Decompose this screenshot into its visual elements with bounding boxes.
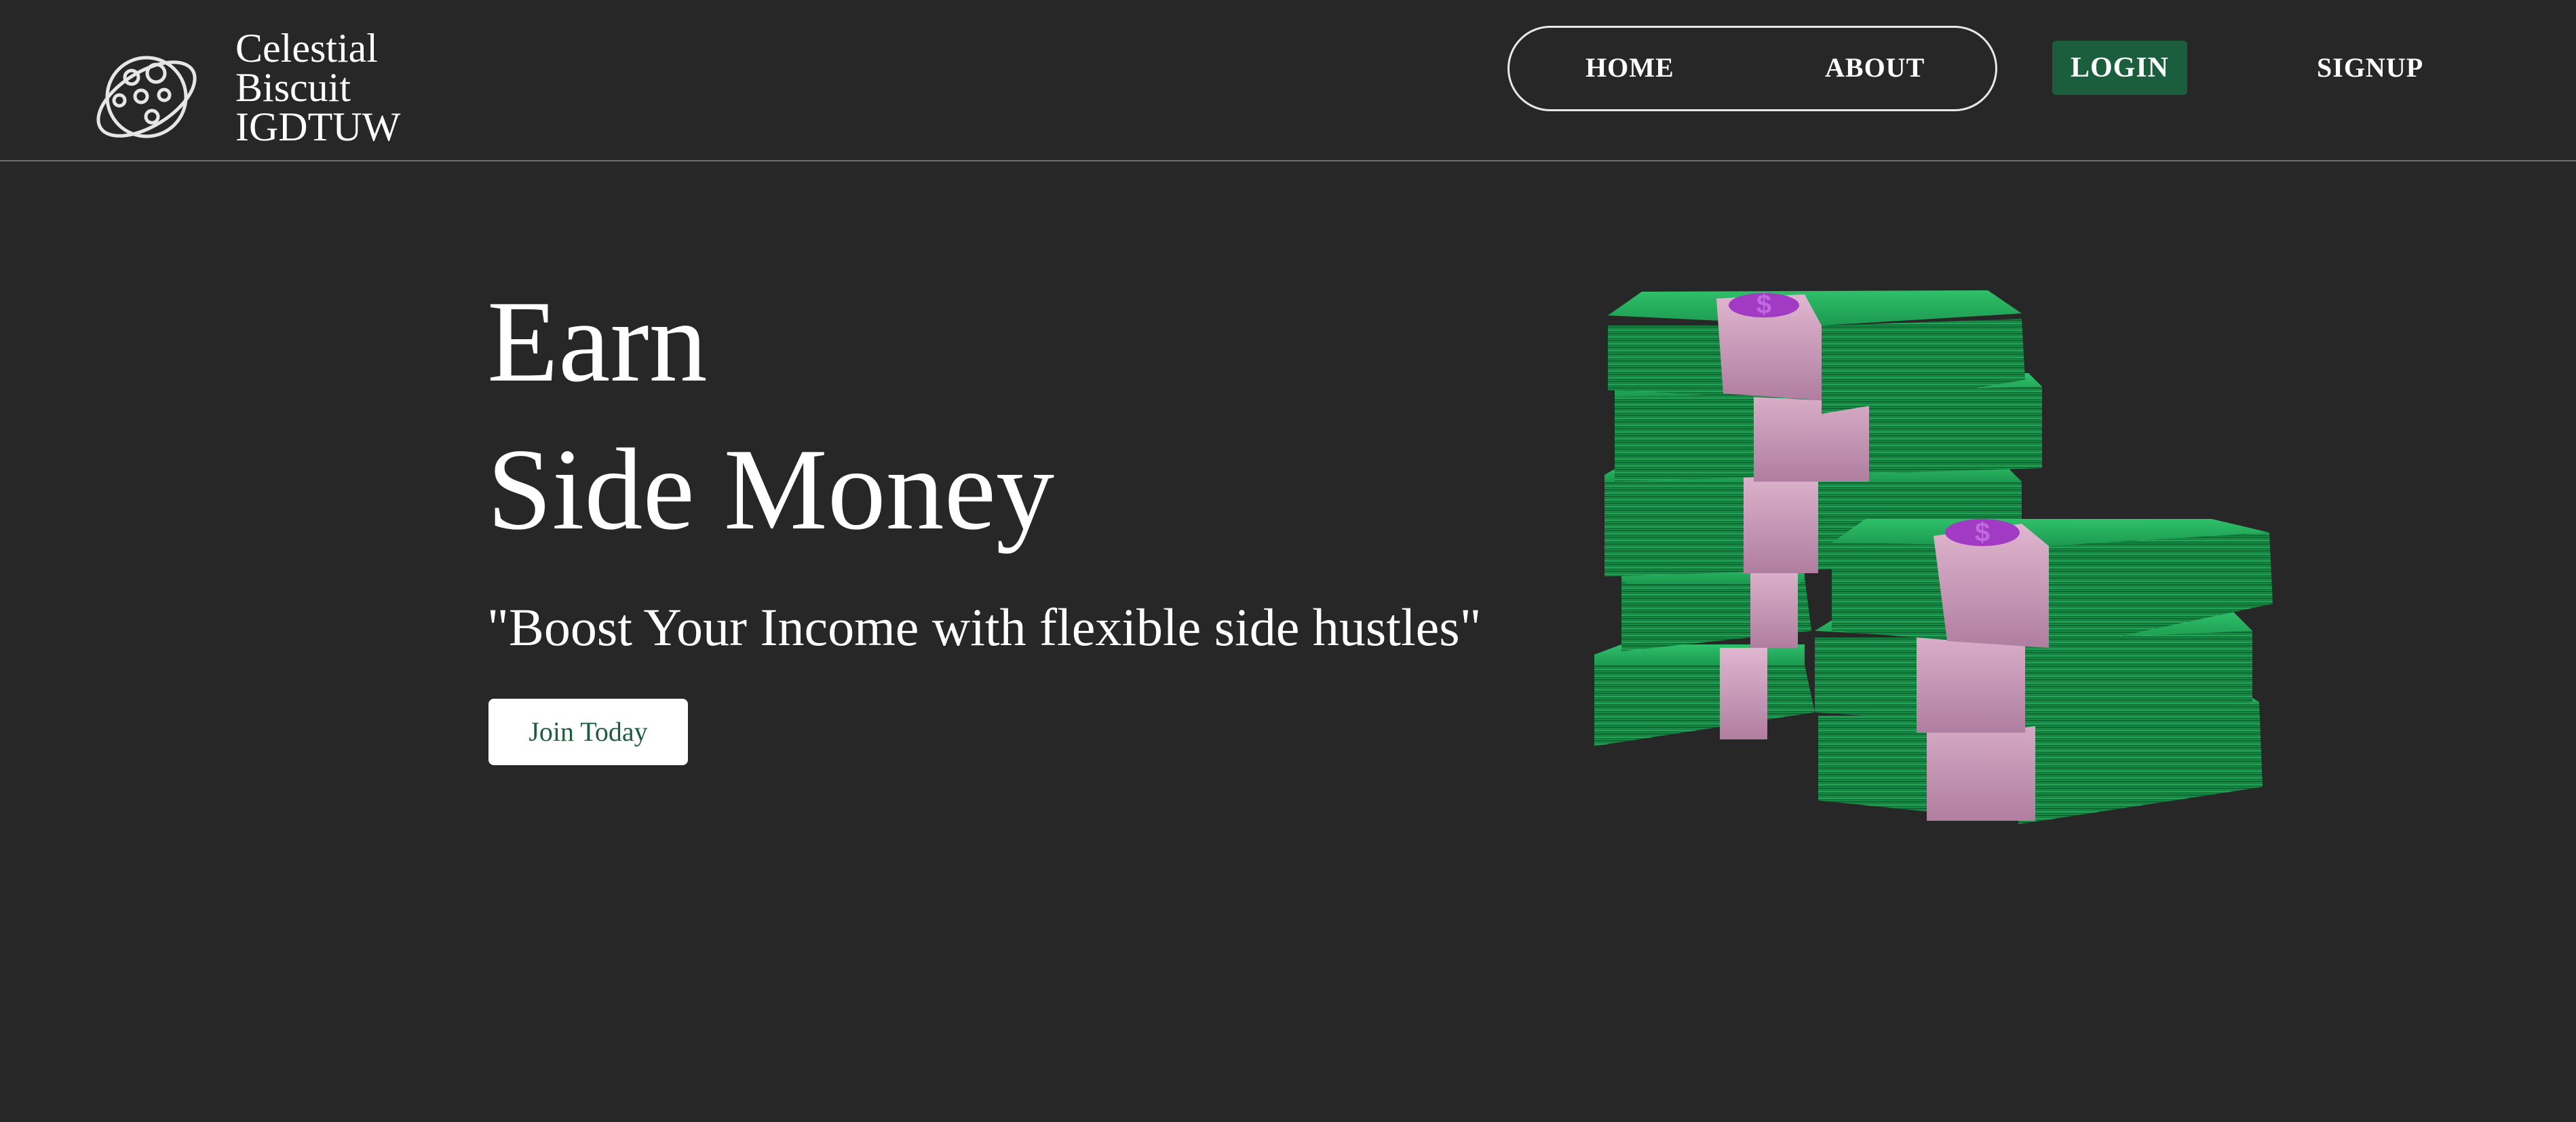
page: Celestial Biscuit IGDTUW HOME ABOUT LOGI… xyxy=(0,0,2576,1122)
nav-about-link[interactable]: ABOUT xyxy=(1825,52,1925,83)
brand-line-3: IGDTUW xyxy=(235,104,401,149)
hero-title-line-1: Earn xyxy=(487,277,708,406)
brand-line-2: Biscuit xyxy=(235,65,351,110)
brand-name[interactable]: Celestial Biscuit IGDTUW xyxy=(235,28,400,147)
navbar: Celestial Biscuit IGDTUW HOME ABOUT LOGI… xyxy=(0,0,2576,161)
hero-title-line-2: Side Money xyxy=(487,425,1055,554)
money-stacks-illustration: $ $ xyxy=(1594,290,2273,824)
signup-link[interactable]: SIGNUP xyxy=(2317,52,2423,83)
money-stack-right: $ xyxy=(1815,518,2273,824)
svg-text:$: $ xyxy=(1756,290,1771,320)
brand-line-1: Celestial xyxy=(235,26,378,71)
join-today-button[interactable]: Join Today xyxy=(488,699,688,765)
planet-cookie-icon[interactable] xyxy=(90,49,204,145)
login-button[interactable]: LOGIN xyxy=(2052,41,2187,95)
hero-tagline: "Boost Your Income with flexible side hu… xyxy=(487,598,1482,657)
svg-text:$: $ xyxy=(1975,518,1990,547)
nav-home-link[interactable]: HOME xyxy=(1585,52,1674,83)
